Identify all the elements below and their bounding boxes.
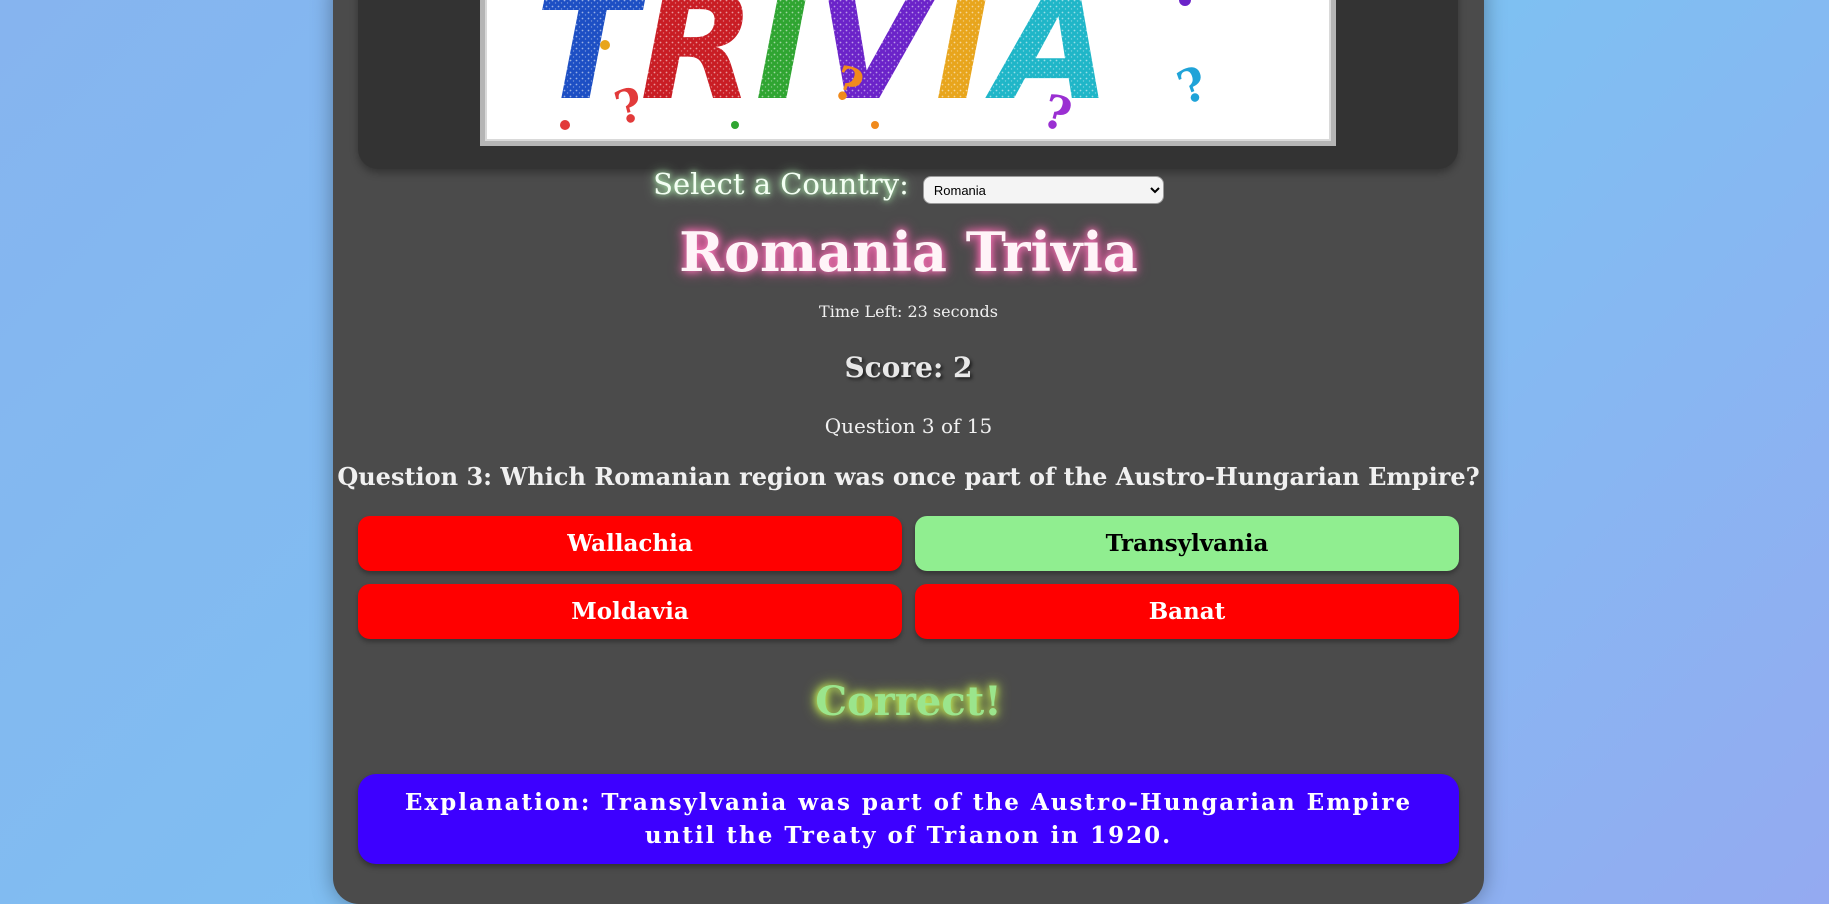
answer-button-wallachia[interactable]: Wallachia xyxy=(358,516,902,571)
country-selector-row: Select a Country: Romania xyxy=(333,167,1484,207)
svg-text:R: R xyxy=(640,0,756,134)
svg-text:?: ? xyxy=(1170,55,1214,115)
svg-text:I: I xyxy=(935,0,991,134)
score-text: Score: 2 xyxy=(844,351,973,384)
answer-button-moldavia[interactable]: Moldavia xyxy=(358,584,902,639)
country-selector-label: Select a Country: xyxy=(653,167,909,201)
svg-text:I: I xyxy=(755,0,811,134)
trivia-app-card: T R I V I A T R I V I A ? ? ? ? Select a… xyxy=(333,0,1484,904)
page-title: Romania Trivia xyxy=(679,220,1138,284)
time-left-text: Time Left: 23 seconds xyxy=(819,302,998,321)
trivia-banner-image: T R I V I A T R I V I A ? ? ? ? xyxy=(480,0,1336,146)
question-text: Question 3: Which Romanian region was on… xyxy=(337,462,1480,491)
answer-button-banat[interactable]: Banat xyxy=(915,584,1459,639)
svg-text:V: V xyxy=(815,0,941,134)
country-select[interactable]: Romania xyxy=(922,176,1164,204)
explanation-box: Explanation: Transylvania was part of th… xyxy=(358,774,1459,864)
question-progress-text: Question 3 of 15 xyxy=(824,414,993,438)
answer-button-transylvania[interactable]: Transylvania xyxy=(915,516,1459,571)
answer-feedback-text: Correct! xyxy=(815,678,1002,725)
banner-panel: T R I V I A T R I V I A ? ? ? ? xyxy=(358,0,1458,169)
